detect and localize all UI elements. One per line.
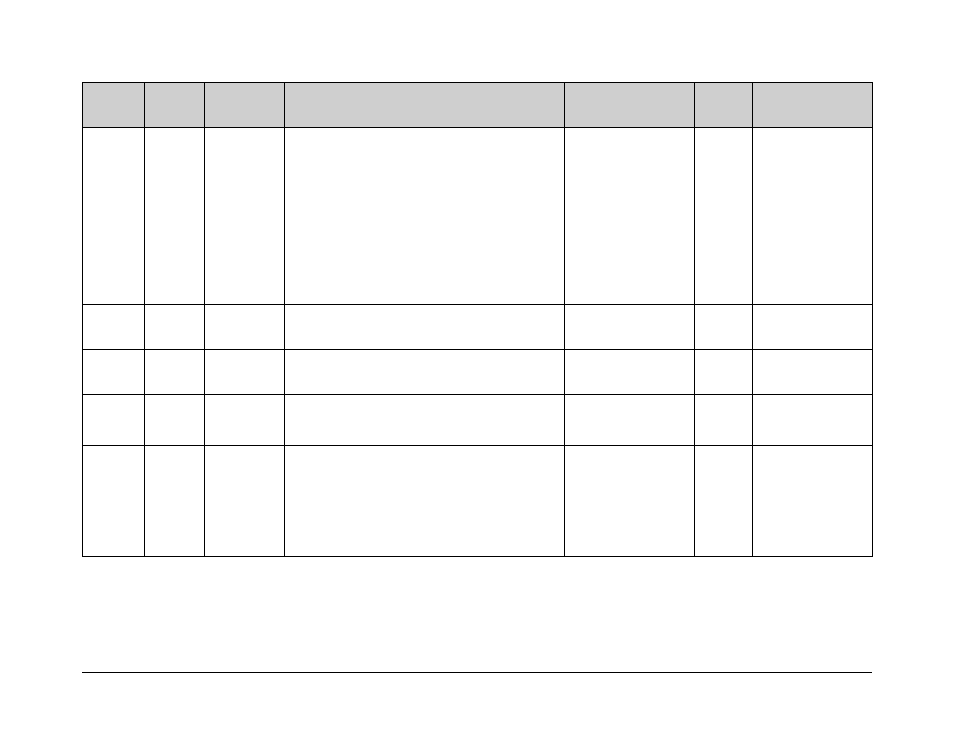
table-cell <box>83 446 145 557</box>
table-cell <box>565 305 695 350</box>
table-cell <box>83 350 145 395</box>
footer-divider <box>82 672 872 673</box>
table-row <box>83 395 873 446</box>
table-cell <box>145 350 205 395</box>
column-header <box>83 83 145 128</box>
table-cell <box>753 305 873 350</box>
table-cell <box>205 305 285 350</box>
table-cell <box>695 395 753 446</box>
table-cell <box>83 395 145 446</box>
table-cell <box>565 350 695 395</box>
table-cell <box>695 446 753 557</box>
table-cell <box>285 395 565 446</box>
table-cell <box>285 350 565 395</box>
table-cell <box>83 128 145 305</box>
table-cell <box>145 128 205 305</box>
table-cell <box>753 350 873 395</box>
table-cell <box>565 128 695 305</box>
column-header <box>205 83 285 128</box>
table-cell <box>695 128 753 305</box>
table-row <box>83 128 873 305</box>
table-cell <box>285 305 565 350</box>
table-cell <box>205 350 285 395</box>
table-cell <box>753 395 873 446</box>
page <box>0 0 954 738</box>
table-cell <box>145 395 205 446</box>
column-header <box>145 83 205 128</box>
table-cell <box>753 128 873 305</box>
data-table <box>82 82 873 557</box>
table-cell <box>695 305 753 350</box>
table-cell <box>83 305 145 350</box>
table-cell <box>205 128 285 305</box>
table-row <box>83 446 873 557</box>
table-cell <box>285 446 565 557</box>
column-header <box>565 83 695 128</box>
table-cell <box>145 446 205 557</box>
table-cell <box>695 350 753 395</box>
table-cell <box>205 446 285 557</box>
table-row <box>83 305 873 350</box>
table-header-row <box>83 83 873 128</box>
table-cell <box>753 446 873 557</box>
column-header <box>753 83 873 128</box>
data-table-container <box>82 82 872 557</box>
table-row <box>83 350 873 395</box>
table-cell <box>565 446 695 557</box>
table-cell <box>145 305 205 350</box>
column-header <box>285 83 565 128</box>
table-cell <box>285 128 565 305</box>
table-cell <box>565 395 695 446</box>
column-header <box>695 83 753 128</box>
table-cell <box>205 395 285 446</box>
